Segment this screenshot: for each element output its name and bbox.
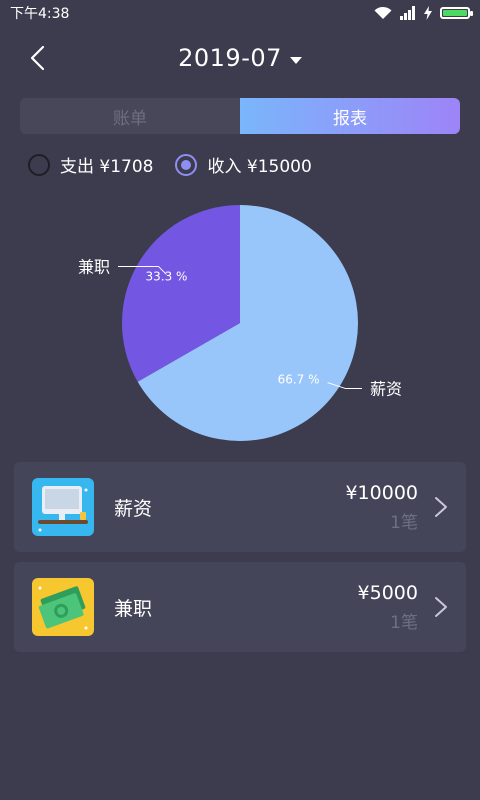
charging-icon [424, 6, 432, 20]
cash-bills-icon [32, 578, 94, 636]
pie-percent-label: 33.3 % [145, 269, 187, 283]
battery-fill [443, 10, 467, 16]
caret-down-icon [289, 56, 302, 64]
month-picker[interactable]: 2019-07 [178, 44, 302, 72]
type-filter: 支出 ¥1708 收入 ¥15000 [28, 152, 312, 177]
item-summary: ¥5000 1笔 [358, 582, 418, 633]
chevron-right-icon [435, 497, 447, 517]
segmented-tabs: 账单 报表 [20, 98, 460, 134]
item-name: 兼职 [114, 597, 153, 620]
item-name: 薪资 [114, 497, 153, 520]
income-radio[interactable] [175, 153, 198, 176]
pie-chart-svg: 66.7 % 薪资 33.3 % 兼职 [78, 205, 402, 441]
header: 2019-07 [0, 30, 480, 86]
wifi-icon [374, 6, 392, 19]
item-count: 1笔 [390, 612, 418, 633]
income-option[interactable]: 收入 ¥15000 [175, 152, 312, 177]
list-item-salary[interactable]: 薪资 ¥10000 1笔 [14, 462, 466, 552]
expense-option[interactable]: 支出 ¥1708 [28, 152, 153, 177]
back-button[interactable] [22, 38, 52, 78]
status-time: 下午4:38 [10, 6, 70, 22]
signal-icon [400, 6, 415, 20]
pie-name-label: 薪资 [370, 380, 402, 399]
page-title: 2019-07 [178, 44, 282, 72]
pie-chart: 66.7 % 薪资 33.3 % 兼职 [0, 195, 480, 455]
expense-label: 支出 ¥1708 [60, 157, 154, 177]
item-summary: ¥10000 1笔 [345, 482, 418, 533]
tab-bill[interactable]: 账单 [20, 98, 240, 134]
tab-report[interactable]: 报表 [240, 98, 460, 134]
item-amount: ¥5000 [357, 581, 418, 604]
chevron-right-icon [435, 597, 447, 617]
item-amount: ¥10000 [345, 481, 418, 504]
expense-radio[interactable] [28, 153, 50, 176]
pie-name-label: 兼职 [78, 257, 110, 276]
desk-computer-icon [32, 478, 94, 536]
chevron-left-icon [30, 45, 45, 71]
list-item-parttime[interactable]: 兼职 ¥5000 1笔 [14, 562, 466, 652]
status-icons [374, 6, 473, 20]
income-label: 收入 ¥15000 [207, 157, 312, 177]
status-bar: 下午4:38 [0, 0, 480, 26]
battery-icon [440, 7, 473, 19]
pie-percent-label: 66.7 % [278, 373, 320, 387]
item-count: 1笔 [390, 512, 418, 533]
